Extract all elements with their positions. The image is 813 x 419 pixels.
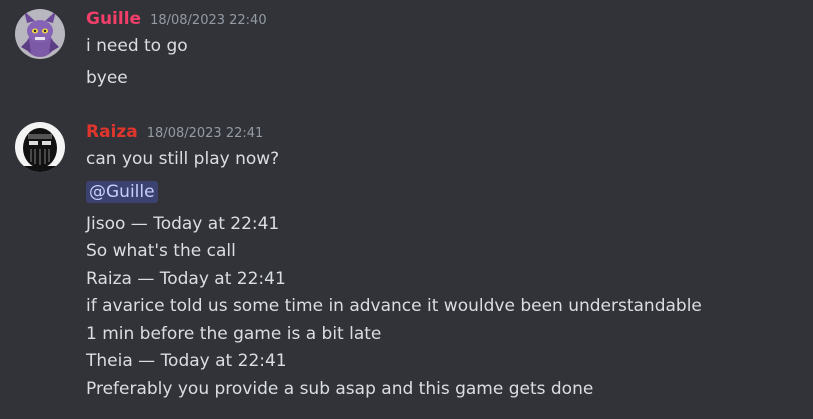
masked-figure-avatar[interactable] [15,122,65,172]
message-timestamp: 18/08/2023 22:40 [150,13,267,28]
message-text-mention-line: @Guille [86,181,158,203]
message-text: Jisoo — Today at 22:41 [86,214,280,234]
message-text: So what's the call [86,241,236,261]
message-text: 1 min before the game is a bit late [86,324,382,344]
purple-creature-avatar[interactable] [15,9,65,59]
message-text: i need to go [86,36,188,56]
message-text: byee [86,68,128,88]
message-text: Preferably you provide a sub asap and th… [86,379,594,399]
message-timestamp: 18/08/2023 22:41 [146,126,264,141]
message-text: Raiza — Today at 22:41 [86,269,286,289]
message-text: if avarice told us some time in advance … [86,296,702,316]
author-name[interactable]: Guille [86,9,141,29]
message-text: Theia — Today at 22:41 [86,351,287,371]
message-header: Raiza 18/08/2023 22:41 [86,122,263,144]
chat-message-list: Guille 18/08/2023 22:40 i need to go bye… [0,0,813,419]
user-mention[interactable]: @Guille [86,181,158,203]
author-name[interactable]: Raiza [86,122,138,142]
message-header: Guille 18/08/2023 22:40 [86,9,267,31]
message-text: can you still play now? [86,149,280,169]
